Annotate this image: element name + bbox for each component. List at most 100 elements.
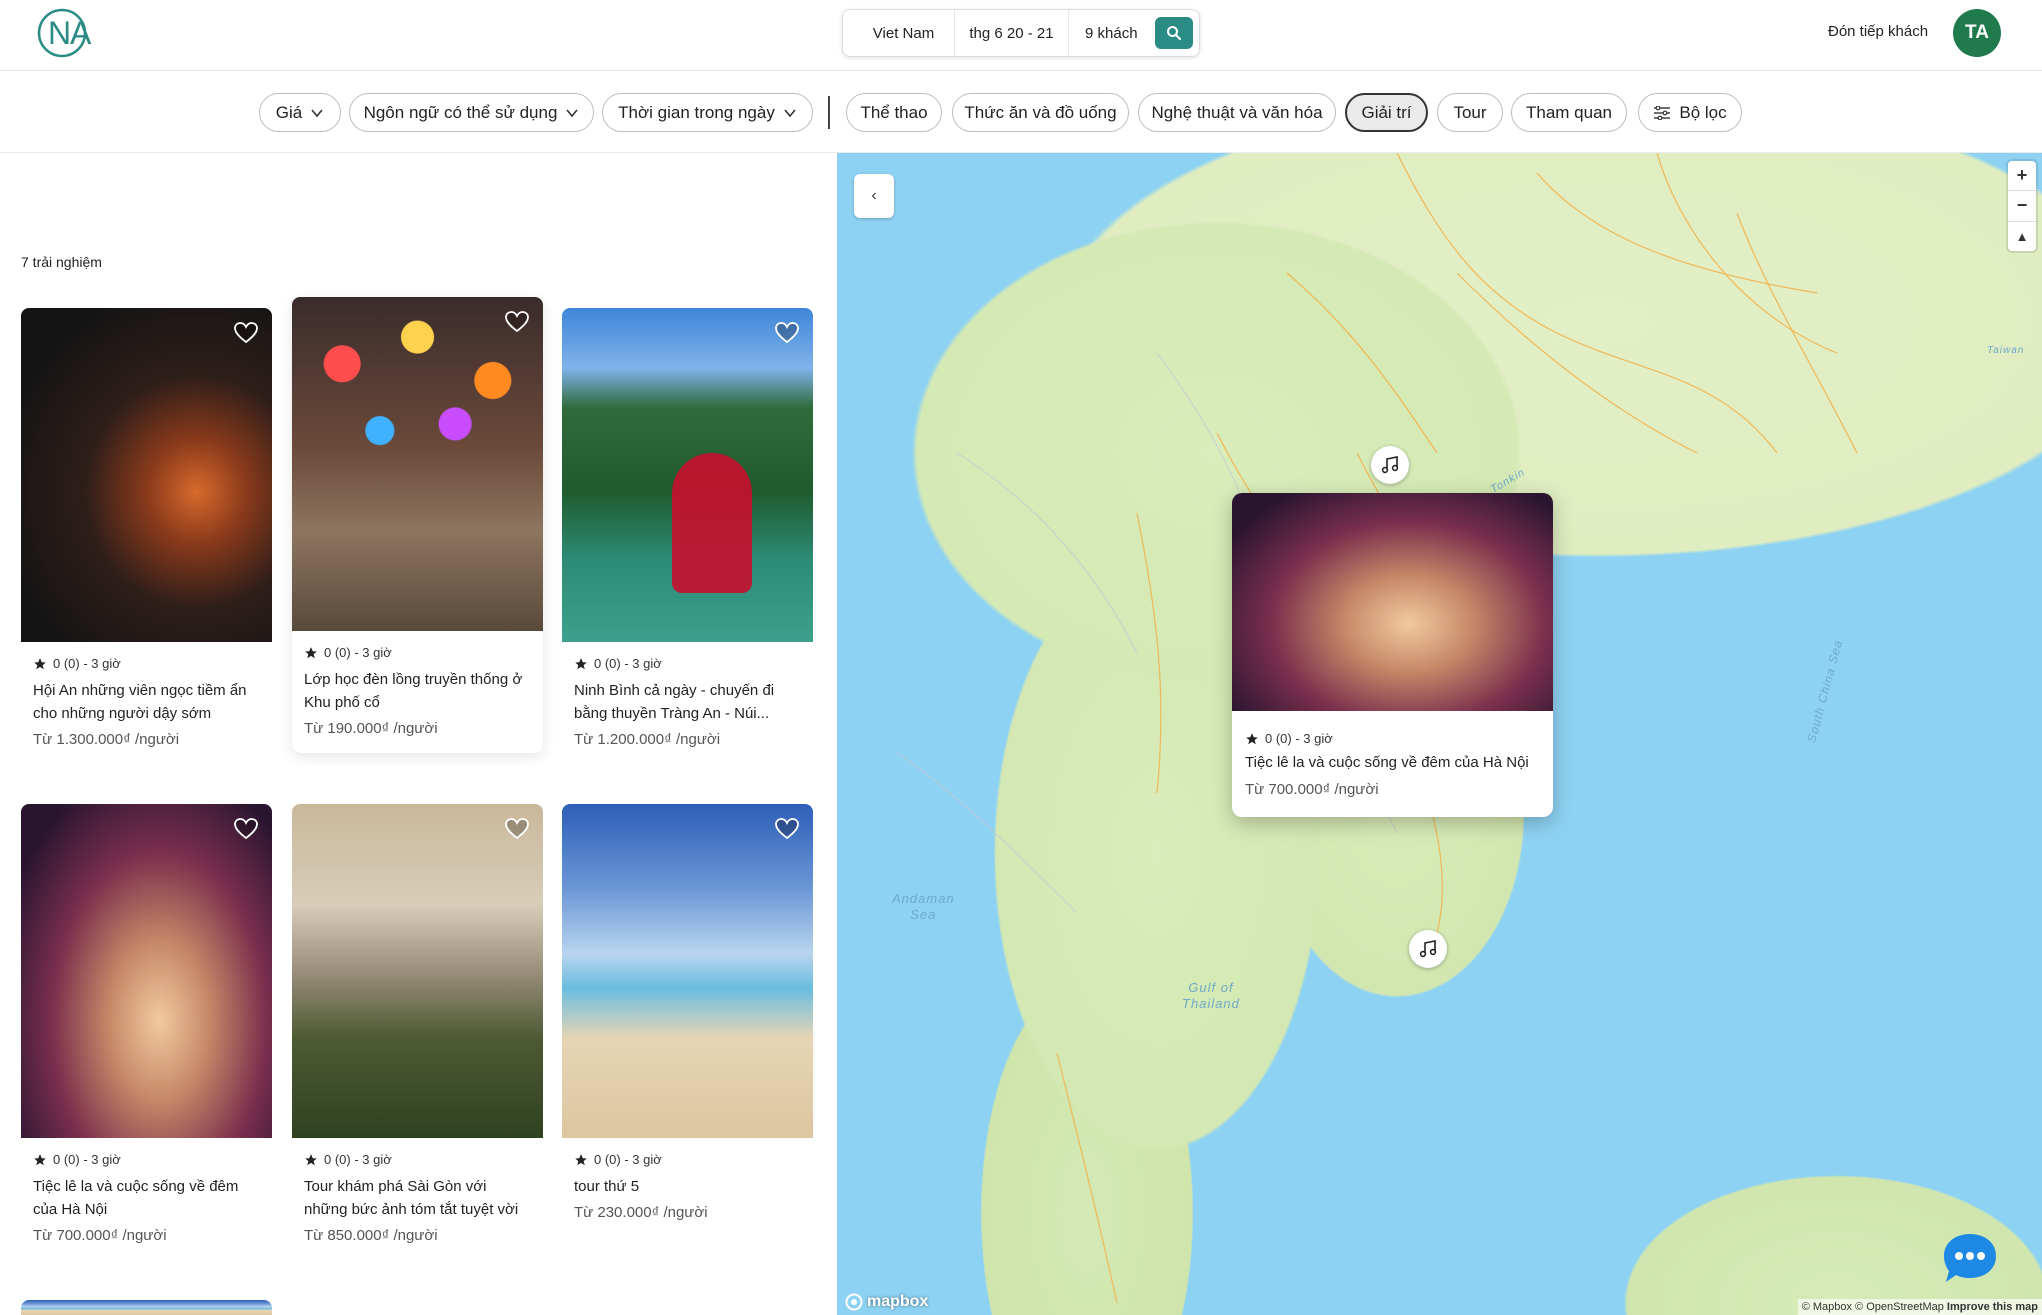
music-note-icon [1381, 456, 1399, 474]
map-panel[interactable]: Taiwan Andaman Sea Gulf of Thailand Sout… [837, 153, 2042, 1315]
chevron-down-icon [311, 108, 323, 117]
rating-text: 0 (0) - 3 giờ [53, 1152, 121, 1167]
more-filters-button[interactable]: Bộ lọc [1638, 93, 1742, 132]
popup-rating-row: 0 (0) - 3 giờ [1245, 731, 1553, 746]
category-chip-arts[interactable]: Nghệ thuật và văn hóa [1138, 93, 1336, 132]
rating-row: 0 (0) - 3 giờ [304, 645, 543, 660]
heart-icon[interactable] [775, 322, 799, 344]
filter-language-label: Ngôn ngữ có thể sử dụng [363, 102, 558, 122]
rating-row: 0 (0) - 3 giờ [33, 1152, 272, 1167]
filter-time-dropdown[interactable]: Thời gian trong ngày [602, 93, 813, 132]
popup-rating-text: 0 (0) - 3 giờ [1265, 731, 1333, 746]
experience-title[interactable]: Ninh Bình cả ngày - chuyến đi bằng thuyề… [574, 679, 801, 725]
rating-row: 0 (0) - 3 giờ [574, 1152, 813, 1167]
heart-icon[interactable] [505, 818, 529, 840]
rating-text: 0 (0) - 3 giờ [53, 656, 121, 671]
mapbox-logo[interactable]: mapbox [845, 1293, 928, 1311]
experience-title[interactable]: Hội An những viên ngọc tiềm ẩn cho những… [33, 679, 260, 725]
svg-text:A: A [70, 15, 92, 51]
chevron-down-icon [566, 108, 579, 117]
experience-title[interactable]: tour thứ 5 [574, 1175, 801, 1198]
experience-card[interactable]: 0 (0) - 3 giờ Ninh Bình cả ngày - chuyến… [562, 308, 813, 748]
search-bar[interactable]: Viet Nam thg 6 20 - 21 9 khách [842, 9, 1200, 57]
attribution-text[interactable]: © Mapbox © OpenStreetMap [1802, 1301, 1944, 1313]
search-guests[interactable]: 9 khách [1069, 10, 1153, 56]
experience-card[interactable]: 0 (0) - 3 giờ Tour khám phá Sài Gòn với … [292, 804, 543, 1244]
experience-photo [21, 1300, 272, 1315]
more-filters-label: Bộ lọc [1679, 102, 1727, 122]
experience-card[interactable]: 0 (0) - 3 giờ Lớp học đèn lồng truyền th… [292, 297, 543, 753]
filter-divider [828, 96, 830, 129]
experience-photo [292, 297, 543, 631]
search-location[interactable]: Viet Nam [843, 10, 955, 56]
star-icon [305, 1153, 317, 1165]
filter-price-dropdown[interactable]: Giá [259, 93, 341, 132]
rating-text: 0 (0) - 3 giờ [594, 1152, 662, 1167]
star-icon [34, 657, 46, 669]
search-dates-value: thg 6 20 - 21 [969, 24, 1054, 42]
improve-map-link[interactable]: Improve this map [1947, 1301, 2038, 1313]
star-icon [1246, 732, 1258, 744]
map-popup-card[interactable]: 0 (0) - 3 giờ Tiệc lê la và cuộc sống về… [1232, 493, 1553, 817]
chat-bubble-icon[interactable] [1938, 1232, 2002, 1286]
experience-title[interactable]: Lớp học đèn lồng truyền thống ở Khu phố … [304, 668, 531, 714]
experience-price: Từ 230.000₫ /người [574, 1204, 708, 1221]
category-chip-tour[interactable]: Tour [1437, 93, 1503, 132]
star-icon [305, 646, 317, 658]
rating-row: 0 (0) - 3 giờ [33, 656, 272, 671]
category-chip-food[interactable]: Thức ăn và đồ uống [952, 93, 1129, 132]
collapse-list-button[interactable]: ‹ [854, 174, 894, 218]
host-link[interactable]: Đón tiếp khách [1828, 23, 1928, 40]
heart-icon[interactable] [234, 818, 258, 840]
category-chip-sightseeing[interactable]: Tham quan [1511, 93, 1627, 132]
experience-price: Từ 700.000₫ /người [33, 1227, 167, 1244]
search-dates[interactable]: thg 6 20 - 21 [955, 10, 1069, 56]
experience-photo [21, 804, 272, 1138]
category-chip-entertainment[interactable]: Giải trí [1345, 93, 1428, 132]
experience-price: Từ 190.000₫ /người [304, 720, 438, 737]
experience-card[interactable]: 0 (0) - 3 giờ Tiệc lê la và cuộc sống về… [21, 804, 272, 1244]
map-attribution: © Mapbox © OpenStreetMap Improve this ma… [1797, 1299, 2042, 1315]
filter-language-dropdown[interactable]: Ngôn ngữ có thể sử dụng [349, 93, 594, 132]
map-label-andaman: Andaman Sea [892, 891, 955, 922]
experience-card[interactable]: 0 (0) - 3 giờ tour thứ 5 Từ 230.000₫ /ng… [562, 804, 813, 1221]
search-button[interactable] [1155, 17, 1193, 49]
experience-price: Từ 1.300.000₫ /người [33, 731, 180, 748]
category-chip-sports[interactable]: Thể thao [846, 93, 942, 132]
chevron-left-icon: ‹ [871, 187, 877, 204]
star-icon [575, 1153, 587, 1165]
search-location-value: Viet Nam [872, 24, 935, 42]
user-avatar[interactable]: TA [1953, 9, 2001, 57]
rating-text: 0 (0) - 3 giờ [594, 656, 662, 671]
compass-button[interactable]: ▲ [2008, 222, 2036, 251]
heart-icon[interactable] [234, 322, 258, 344]
popup-title[interactable]: Tiệc lê la và cuộc sống về đêm của Hà Nộ… [1245, 754, 1540, 771]
map-controls: + − ▲ [2008, 161, 2036, 251]
heart-icon[interactable] [775, 818, 799, 840]
filter-time-label: Thời gian trong ngày [618, 102, 775, 122]
map-marker[interactable] [1371, 446, 1409, 484]
na-logo[interactable]: N A [36, 8, 102, 58]
results-count: 7 trải nghiệm [21, 254, 102, 270]
popup-photo [1232, 493, 1553, 711]
experience-card[interactable] [21, 1300, 272, 1315]
search-icon [1167, 26, 1181, 40]
chevron-down-icon [784, 108, 796, 117]
experience-title[interactable]: Tiệc lê la và cuộc sống về đêm của Hà Nộ… [33, 1175, 260, 1221]
heart-icon[interactable] [505, 311, 529, 333]
experience-title[interactable]: Tour khám phá Sài Gòn với những bức ảnh … [304, 1175, 531, 1221]
mapbox-logo-text: mapbox [867, 1293, 929, 1310]
photo-detail [672, 453, 752, 593]
mapbox-icon [845, 1293, 863, 1311]
music-note-icon [1419, 940, 1437, 958]
experience-photo [562, 308, 813, 642]
star-icon [575, 657, 587, 669]
experience-photo [21, 308, 272, 642]
zoom-out-button[interactable]: − [2008, 191, 2036, 222]
zoom-in-button[interactable]: + [2008, 161, 2036, 192]
filter-price-label: Giá [275, 102, 303, 122]
experience-card[interactable]: 0 (0) - 3 giờ Hội An những viên ngọc tiề… [21, 308, 272, 748]
filter-bar: Giá Ngôn ngữ có thể sử dụng Thời gian tr… [0, 71, 2042, 153]
rating-text: 0 (0) - 3 giờ [324, 1152, 392, 1167]
map-marker[interactable] [1409, 930, 1447, 968]
